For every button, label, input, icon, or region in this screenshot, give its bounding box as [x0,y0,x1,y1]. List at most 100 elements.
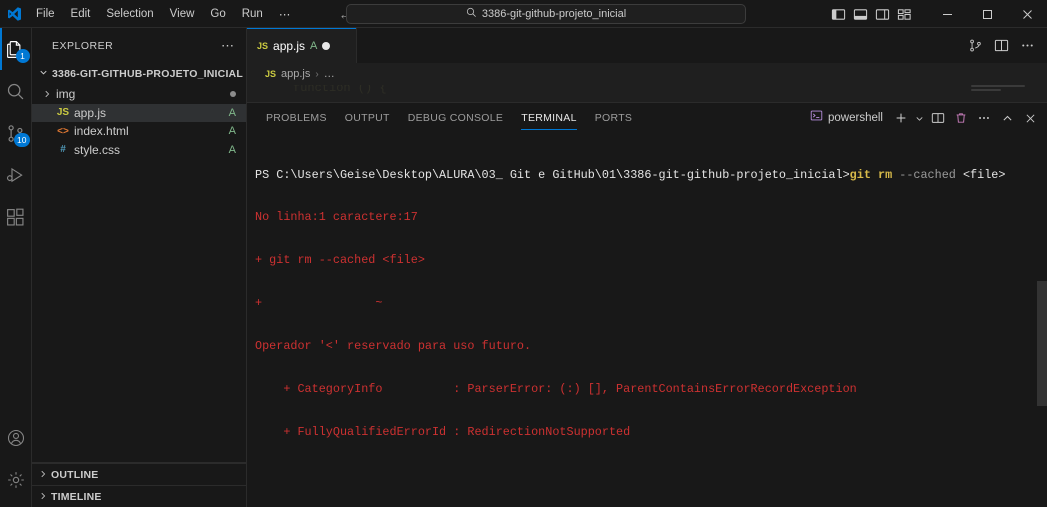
editor-tab-git-status: A [310,39,318,52]
window-minimize-button[interactable] [927,0,967,28]
tree-item-label: style.css [74,142,121,157]
panel-header: PROBLEMS OUTPUT DEBUG CONSOLE TERMINAL P… [247,103,1047,133]
window-maximize-button[interactable] [967,0,1007,28]
panel-tab-ports[interactable]: PORTS [586,103,641,133]
panel-tab-problems[interactable]: PROBLEMS [257,103,336,133]
git-status-badge: A [228,143,236,156]
menu-bar: File Edit Selection View Go Run ⋯ [28,0,298,28]
tree-item-app-js[interactable]: JS app.js A [32,103,246,122]
editor-area: JS app.js A JS app.js › … function () {… [247,28,1047,507]
layout-controls [827,0,915,28]
menu-more-icon[interactable]: ⋯ [271,0,299,28]
menu-run[interactable]: Run [234,0,271,28]
terminal-error-line: + ~ [255,296,383,311]
explorer-sidebar: EXPLORER ⋯ 3386-GIT-GITHUB-PROJETO_INICI… [32,28,247,507]
terminal-prompt-line-1: PS C:\Users\Geise\Desktop\ALURA\03_ Git … [255,168,1037,182]
terminal-more-actions-icon[interactable] [973,107,995,129]
terminal-output[interactable]: PS C:\Users\Geise\Desktop\ALURA\03_ Git … [247,133,1047,507]
toggle-primary-sidebar-icon[interactable] [827,0,849,28]
activity-bar: 1 10 [0,28,32,507]
breadcrumb-file[interactable]: app.js [281,68,310,80]
panel-tab-terminal[interactable]: TERMINAL [512,103,586,133]
bottom-panel: PROBLEMS OUTPUT DEBUG CONSOLE TERMINAL P… [247,102,1047,507]
terminal-error-line: + git rm --cached <file> [255,253,425,268]
terminal-scrollbar[interactable] [1037,133,1047,507]
terminal-profile-selector[interactable]: powershell [804,107,889,129]
tree-item-style-css[interactable]: # style.css A [32,141,246,160]
panel-tab-debug-console[interactable]: DEBUG CONSOLE [399,103,513,133]
menu-edit[interactable]: Edit [63,0,99,28]
command-center-search[interactable]: 3386-git-github-projeto_inicial [346,4,746,24]
terminal-icon [810,109,823,127]
title-bar-right [827,0,1047,28]
editor-code-area[interactable]: function () { [247,85,1047,102]
activity-bar-item-manage-settings[interactable] [0,459,32,501]
toggle-panel-icon[interactable] [849,0,871,28]
activity-bar-item-source-control[interactable]: 10 [0,112,32,154]
tree-item-label: app.js [74,105,107,120]
terminal-dropdown-chevron-icon[interactable] [913,107,926,129]
terminal-error-line: + FullyQualifiedErrorId : RedirectionNot… [255,424,631,439]
split-editor-right-icon[interactable] [989,32,1013,60]
title-bar: File Edit Selection View Go Run ⋯ ← → 33… [0,0,1047,28]
toggle-secondary-sidebar-icon[interactable] [871,0,893,28]
split-terminal-icon[interactable] [927,107,949,129]
panel-tab-output[interactable]: OUTPUT [336,103,399,133]
js-file-icon: JS [257,40,269,51]
panel-actions: powershell [804,103,1047,133]
explorer-header: EXPLORER ⋯ [32,28,246,63]
tabs-empty-space [357,28,963,63]
kill-terminal-icon[interactable] [950,107,972,129]
terminal-scrollbar-thumb[interactable] [1037,281,1047,406]
menu-go[interactable]: Go [202,0,233,28]
activity-bar-item-explorer[interactable]: 1 [0,28,32,70]
tree-item-img[interactable]: img [32,85,246,104]
breadcrumb-more[interactable]: … [324,68,335,80]
terminal-profile-label: powershell [828,112,883,124]
explorer-title: EXPLORER [52,39,114,52]
terminal-error-line: + CategoryInfo : ParserError: (:) [], Pa… [255,382,857,397]
panel-tabs: PROBLEMS OUTPUT DEBUG CONSOLE TERMINAL P… [257,103,641,133]
vscode-logo-icon [0,0,28,28]
tree-item-index-html[interactable]: <> index.html A [32,122,246,141]
activity-bar-item-search[interactable] [0,70,32,112]
editor-tab-app-js[interactable]: JS app.js A [247,28,357,63]
terminal-command-name: git rm [849,167,893,182]
timeline-label: TIMELINE [51,490,102,503]
window-close-button[interactable] [1007,0,1047,28]
terminal-prompt-text: PS C:\Users\Geise\Desktop\ALURA\03_ Git … [255,167,850,182]
tree-item-label: index.html [74,124,129,139]
editor-minimap[interactable] [971,85,1033,102]
git-status-badge: A [228,106,236,119]
activity-bar-item-run-and-debug[interactable] [0,154,32,196]
menu-selection[interactable]: Selection [98,0,161,28]
more-editor-actions-icon[interactable] [1015,32,1039,60]
editor-tab-label: app.js [273,38,306,53]
vscode-window: File Edit Selection View Go Run ⋯ ← → 33… [0,0,1047,507]
workbench-body: 1 10 EXPLORER ⋯ 3386-GIT-GITHUB-PROJETO_… [0,28,1047,507]
chevron-right-icon [38,488,48,506]
menu-view[interactable]: View [162,0,203,28]
customize-layout-icon[interactable] [893,0,915,28]
editor-tabs-bar: JS app.js A [247,28,1047,63]
workspace-folder-header[interactable]: 3386-GIT-GITHUB-PROJETO_INICIAL [32,63,246,85]
chevron-right-icon [38,466,48,484]
unsaved-changes-dot-icon[interactable] [322,41,331,50]
split-in-group-icon[interactable] [963,32,987,60]
file-tree: img JS app.js A <> index.html A # style.… [32,85,246,462]
new-terminal-icon[interactable] [890,107,912,129]
folder-modified-dot-icon [230,91,236,98]
explorer-more-actions-icon[interactable]: ⋯ [217,38,238,54]
breadcrumb-separator-icon: › [315,68,319,80]
timeline-section-header[interactable]: TIMELINE [32,485,246,507]
outline-section-header[interactable]: OUTLINE [32,463,246,485]
js-file-icon: JS [265,69,277,79]
activity-bar-item-extensions[interactable] [0,196,32,238]
maximize-panel-icon[interactable] [996,107,1018,129]
js-file-icon: JS [56,107,70,119]
workspace-folder-name: 3386-GIT-GITHUB-PROJETO_INICIAL [52,68,243,80]
activity-bar-item-accounts[interactable] [0,417,32,459]
close-panel-icon[interactable] [1019,107,1041,129]
menu-file[interactable]: File [28,0,63,28]
editor-code-ghost-text: function () { [293,85,387,95]
